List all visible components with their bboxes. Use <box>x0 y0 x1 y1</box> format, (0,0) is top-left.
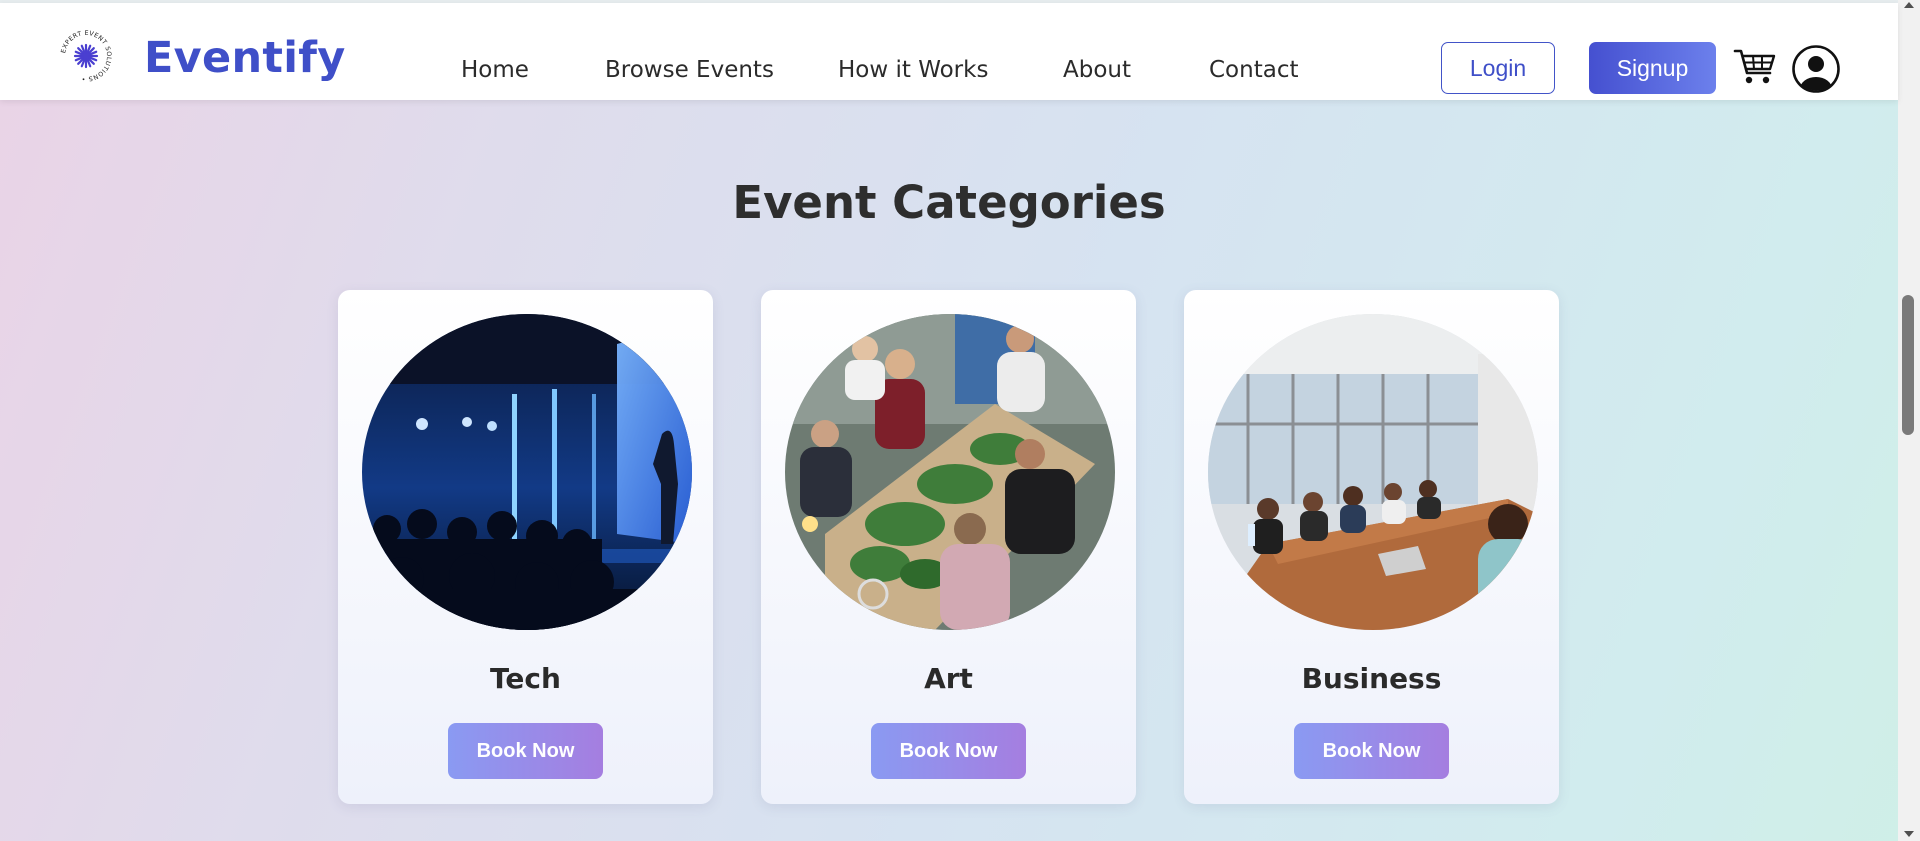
nav-home[interactable]: Home <box>461 59 529 82</box>
category-name-tech: Tech <box>490 662 561 695</box>
nav-browse-events[interactable]: Browse Events <box>605 59 774 82</box>
user-icon[interactable] <box>1792 45 1840 93</box>
login-button[interactable]: Login <box>1441 42 1555 94</box>
logo-badge[interactable]: EXPERT EVENT SOLUTIONS • <box>58 28 114 84</box>
book-now-button-business[interactable]: Book Now <box>1294 723 1449 779</box>
site-header: EXPERT EVENT SOLUTIONS • Eventify Home B… <box>0 3 1898 100</box>
category-name-art: Art <box>924 662 973 695</box>
category-name-business: Business <box>1301 662 1442 695</box>
nav-contact[interactable]: Contact <box>1209 59 1298 82</box>
scrollbar-thumb[interactable] <box>1902 295 1914 435</box>
nav-how-it-works[interactable]: How it Works <box>838 59 988 82</box>
signup-button[interactable]: Signup <box>1589 42 1716 94</box>
nav-about[interactable]: About <box>1063 59 1131 82</box>
art-event-photo <box>785 314 1115 630</box>
book-now-button-tech[interactable]: Book Now <box>448 723 603 779</box>
logo-icon: EXPERT EVENT SOLUTIONS • <box>60 30 112 82</box>
scroll-up-arrow-icon[interactable] <box>1904 2 1914 8</box>
page-scrollbar[interactable] <box>1898 0 1920 841</box>
category-card-art: Art Book Now <box>761 290 1136 804</box>
category-card-business: Business Book Now <box>1184 290 1559 804</box>
brand-name[interactable]: Eventify <box>144 37 346 80</box>
category-card-tech: Tech Book Now <box>338 290 713 804</box>
section-title: Event Categories <box>732 176 1166 229</box>
cart-icon[interactable] <box>1733 47 1777 87</box>
tech-event-photo <box>362 314 692 630</box>
book-now-button-art[interactable]: Book Now <box>871 723 1026 779</box>
scroll-down-arrow-icon[interactable] <box>1904 831 1914 837</box>
business-event-photo <box>1208 314 1538 630</box>
